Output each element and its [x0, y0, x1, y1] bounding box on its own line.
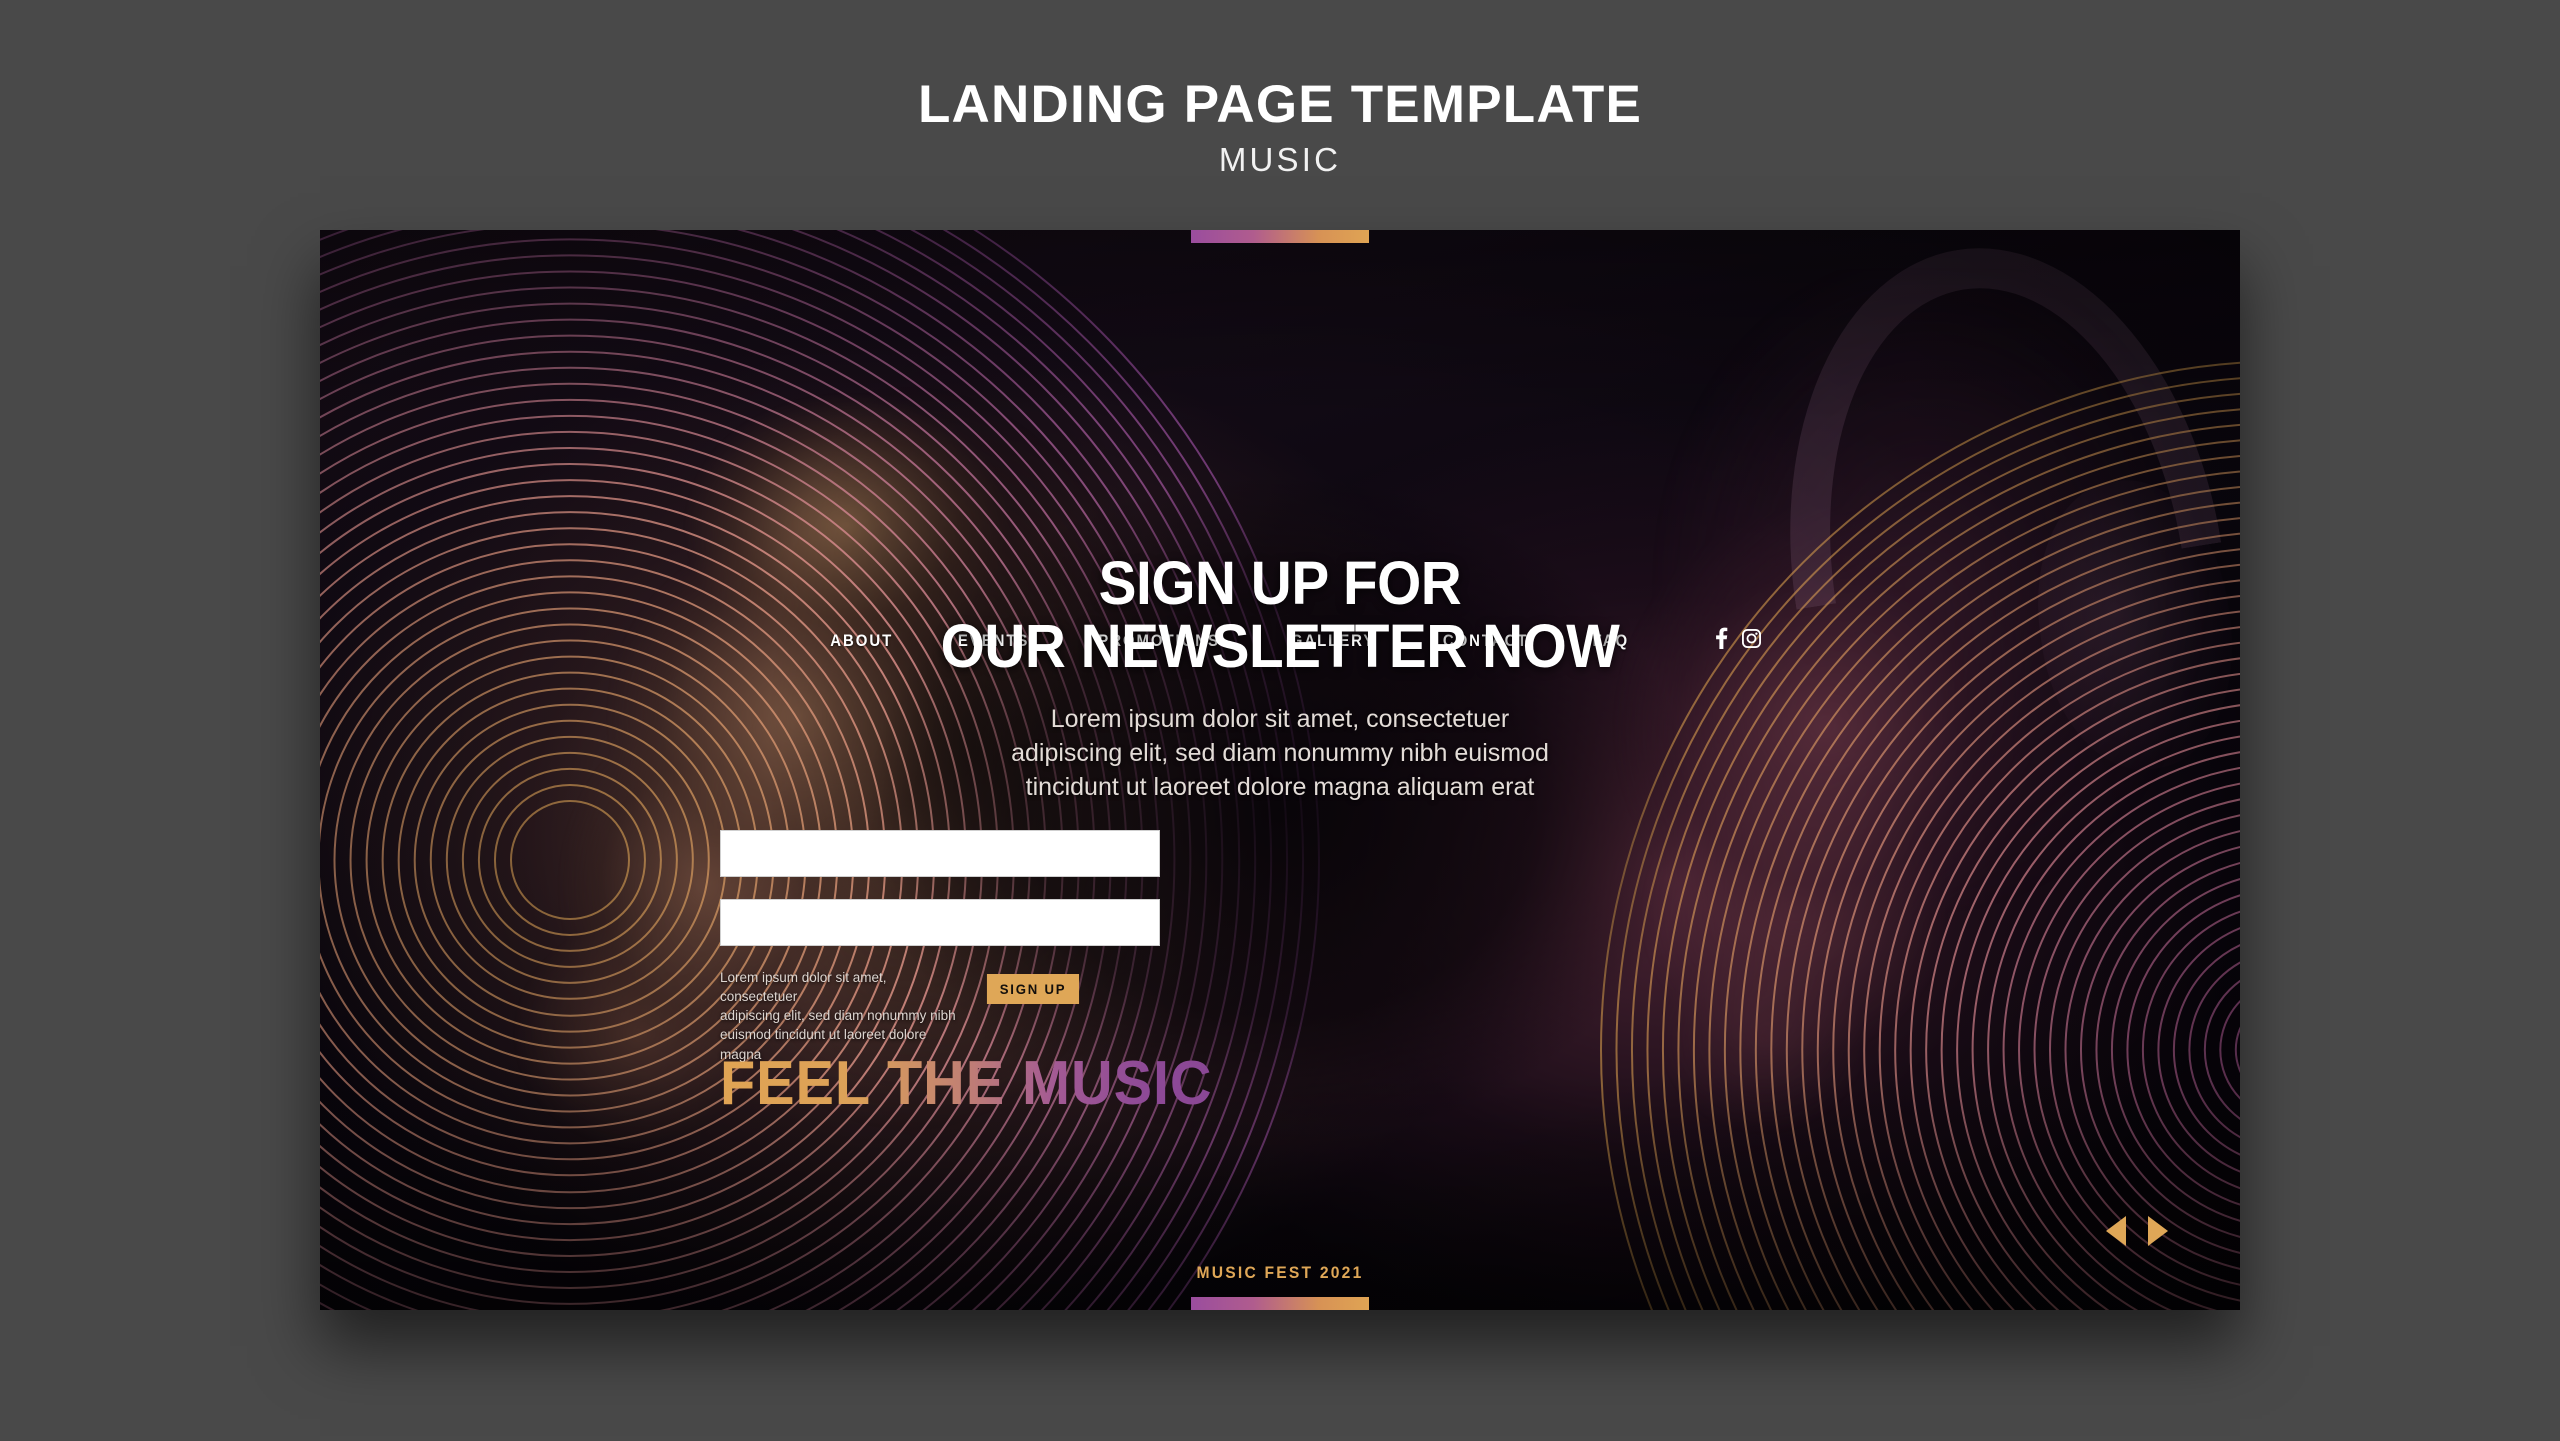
newsletter-name-input[interactable]: [720, 830, 1160, 877]
headline-line-2: OUR NEWSLETTER NOW: [940, 612, 1620, 681]
event-label: MUSIC FEST 2021: [1196, 1263, 1364, 1282]
arrow-left-icon[interactable]: [2106, 1216, 2126, 1246]
hero-paragraph: Lorem ipsum dolor sit amet, consectetuer…: [970, 702, 1590, 804]
fineprint-line-2: adipiscing elit, sed diam nonummy nibh: [720, 1008, 956, 1024]
carousel-controls: [2106, 1216, 2168, 1246]
landing-page-mockup: ABOUT EVENTS PROMOTIONS GALLERY CONTACT …: [320, 230, 2240, 1310]
paragraph-line-3: tincidunt ut laoreet dolore magna aliqua…: [1025, 773, 1535, 801]
page-subtitle: MUSIC: [1218, 141, 1342, 178]
paragraph-line-2: adipiscing elit, sed diam nonummy nibh e…: [1011, 739, 1549, 767]
hero-tagline: FEEL THE MUSIC: [720, 1049, 1213, 1118]
headline-line-1: SIGN UP FOR: [1098, 549, 1462, 617]
signup-button[interactable]: SIGN UP: [986, 974, 1080, 1004]
newsletter-email-input[interactable]: [720, 899, 1160, 946]
fineprint-line-1: Lorem ipsum dolor sit amet, consectetuer: [720, 970, 887, 1005]
top-accent-bar: [1191, 230, 1369, 243]
bottom-accent-bar: [1191, 1297, 1369, 1310]
paragraph-line-1: Lorem ipsum dolor sit amet, consectetuer: [1050, 705, 1510, 733]
page-title: LANDING PAGE TEMPLATE: [917, 75, 1642, 134]
arrow-right-icon[interactable]: [2148, 1216, 2168, 1246]
hero-headline: SIGN UP FOR OUR NEWSLETTER NOW: [387, 549, 2173, 681]
page-heading: LANDING PAGE TEMPLATE MUSIC: [0, 0, 2560, 176]
newsletter-form: Lorem ipsum dolor sit amet, consectetuer…: [720, 830, 1160, 1064]
